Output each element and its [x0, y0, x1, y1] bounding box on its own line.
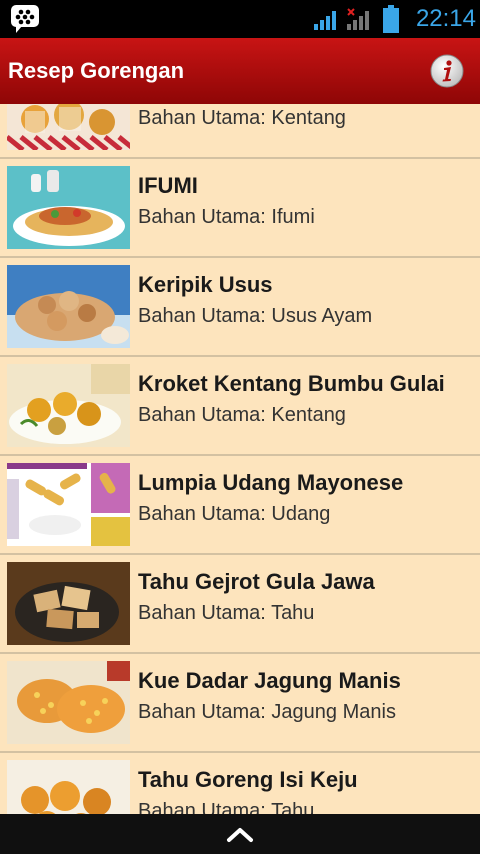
recipe-ingredient: Bahan Utama: Usus Ayam	[138, 305, 373, 327]
recipe-thumbnail	[7, 364, 130, 447]
list-item[interactable]: Lumpia Udang Mayonese Bahan Utama: Udang	[0, 456, 480, 555]
bottom-bar	[0, 814, 480, 854]
list-item[interactable]: Tahu Gejrot Gula Jawa Bahan Utama: Tahu	[0, 555, 480, 654]
list-item[interactable]: Tahu Goreng Isi Keju Bahan Utama: Tahu	[0, 753, 480, 814]
bbm-icon	[11, 5, 39, 33]
recipe-ingredient: Bahan Utama: Kentang	[138, 107, 346, 129]
signal-icon	[314, 11, 336, 30]
recipe-title: Kroket Kentang Bumbu Gulai	[138, 371, 445, 396]
recipe-title: Tahu Goreng Isi Keju	[138, 767, 358, 792]
recipe-ingredient: Bahan Utama: Ifumi	[138, 206, 315, 228]
status-clock: 22:14	[415, 5, 476, 32]
recipe-thumbnail	[7, 760, 130, 814]
app-header: Resep Gorengan	[0, 38, 480, 104]
list-item[interactable]: Kroket Kentang Bumbu Gulai Bahan Utama: K…	[0, 357, 480, 456]
recipe-ingredient: Bahan Utama: Udang	[138, 503, 331, 525]
recipe-list[interactable]: Bahan Utama: Kentang IFUMI Bahan Utama: If…	[0, 104, 480, 814]
recipe-title: Keripik Usus	[138, 272, 273, 297]
recipe-thumbnail	[7, 166, 130, 249]
list-item[interactable]: Bahan Utama: Kentang	[0, 104, 480, 159]
recipe-ingredient: Bahan Utama: Jagung Manis	[138, 701, 396, 723]
recipe-thumbnail	[7, 265, 130, 348]
list-item[interactable]: IFUMI Bahan Utama: Ifumi	[0, 159, 480, 258]
recipe-ingredient: Bahan Utama: Tahu	[138, 602, 315, 624]
recipe-thumbnail	[7, 562, 130, 645]
recipe-title: IFUMI	[138, 173, 198, 198]
page-title: Resep Gorengan	[8, 58, 185, 83]
recipe-title: Tahu Gejrot Gula Jawa	[138, 569, 375, 594]
chevron-up-icon[interactable]	[226, 824, 254, 844]
status-bar: 22:14	[0, 0, 480, 38]
list-item[interactable]: Kue Dadar Jagung Manis Bahan Utama: Jagun…	[0, 654, 480, 753]
recipe-thumbnail	[7, 463, 130, 546]
recipe-title: Kue Dadar Jagung Manis	[138, 668, 401, 693]
recipe-ingredient: Bahan Utama: Tahu	[138, 800, 315, 814]
battery-icon	[383, 5, 399, 33]
info-icon[interactable]	[430, 54, 464, 88]
recipe-thumbnail	[7, 661, 130, 744]
list-item[interactable]: Keripik Usus Bahan Utama: Usus Ayam	[0, 258, 480, 357]
recipe-title: Lumpia Udang Mayonese	[138, 470, 404, 495]
recipe-thumbnail	[7, 104, 130, 150]
recipe-ingredient: Bahan Utama: Kentang	[138, 404, 346, 426]
no-signal-icon	[347, 8, 369, 30]
